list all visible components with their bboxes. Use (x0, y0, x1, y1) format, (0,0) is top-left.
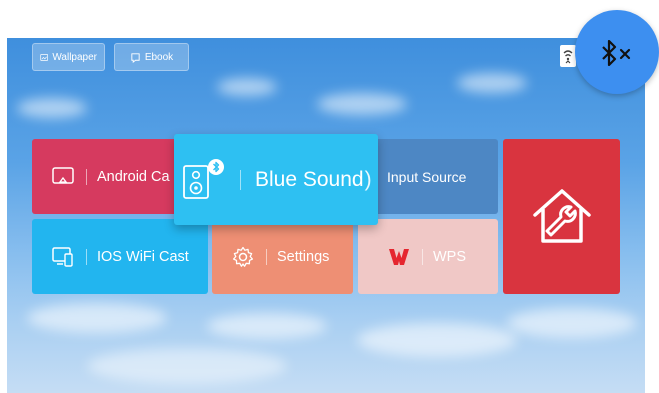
tile-blue-sound-label: Blue Sound (255, 167, 364, 191)
tile-settings[interactable]: Settings (212, 219, 353, 294)
bluetooth-toggle-button[interactable] (575, 10, 659, 94)
separator (86, 248, 87, 265)
tile-android-cast[interactable]: Android Ca (32, 139, 182, 214)
launcher-screen: Wallpaper Ebook Android Ca Input Source (7, 38, 645, 393)
tile-blue-sound[interactable]: Blue Sound ) (174, 134, 378, 225)
tile-ios-wifi-cast[interactable]: IOS WiFi Cast (32, 219, 208, 294)
cloud (217, 78, 277, 96)
gear-icon (232, 246, 254, 267)
book-icon (131, 52, 140, 63)
tile-home-tools[interactable] (503, 139, 620, 294)
wallpaper-button[interactable]: Wallpaper (32, 43, 105, 71)
cast-icon (52, 166, 74, 184)
tile-wps[interactable]: WPS (358, 219, 498, 294)
ebook-label: Ebook (144, 51, 174, 63)
cloud (507, 308, 637, 338)
cloud (457, 73, 527, 93)
mirror-cast-icon (52, 246, 73, 267)
wps-logo-icon (389, 248, 409, 265)
cloud (87, 348, 287, 384)
cloud (317, 93, 407, 115)
separator (266, 248, 267, 265)
wallpaper-label: Wallpaper (52, 51, 97, 63)
overlap-paren: ) (364, 167, 372, 191)
cloud (17, 98, 87, 118)
image-edit-icon (40, 53, 48, 61)
tile-settings-label: Settings (277, 248, 330, 265)
separator (422, 248, 423, 265)
separator (240, 169, 241, 190)
tile-wps-label: WPS (433, 248, 467, 265)
home-wrench-icon (532, 188, 591, 243)
bluetooth-off-icon (602, 40, 631, 66)
cloud (357, 323, 517, 357)
cloud (207, 313, 327, 339)
ebook-button[interactable]: Ebook (114, 43, 189, 71)
tile-android-cast-label: Android Ca (97, 168, 170, 185)
separator (86, 168, 87, 185)
tile-input-source-label: Input Source (387, 168, 467, 185)
tile-ios-wifi-cast-label: IOS WiFi Cast (97, 248, 189, 265)
bluetooth-speaker-icon (183, 158, 224, 199)
tile-input-source[interactable]: Input Source (367, 139, 498, 214)
cloud (27, 303, 167, 333)
